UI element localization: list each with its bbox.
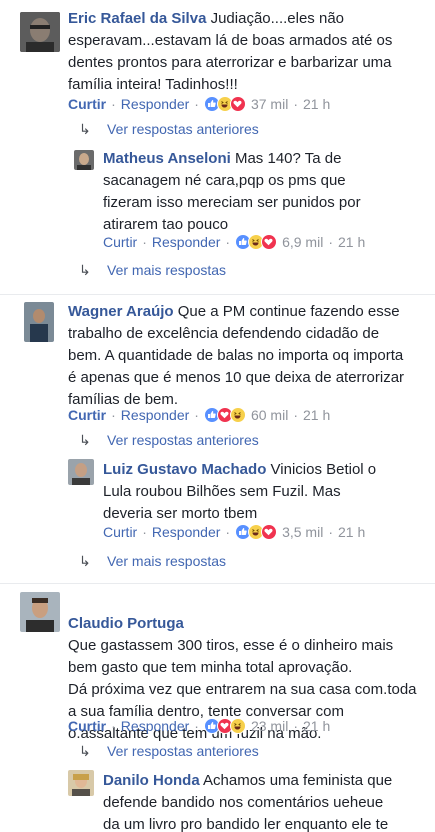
reply-button[interactable]: Responder [152,522,221,542]
comment-time[interactable]: 21 h [303,94,330,114]
reply-actions: Curtir · Responder · 3,5 mil · 21 h [103,522,366,542]
comment-actions: Curtir · Responder · 37 mil · 21 h [68,94,331,114]
love-reaction-icon [261,524,278,540]
avatar[interactable] [20,592,60,632]
reply-button[interactable]: Responder [152,232,221,252]
comment-author[interactable]: Claudio Portuga [68,615,184,632]
reaction-icons[interactable] [203,96,246,112]
like-button[interactable]: Curtir [68,716,106,736]
reply-time[interactable]: 21 h [338,232,365,252]
comment-text: Eric Rafael da Silva Judiação....eles nã… [68,8,393,96]
avatar-photo [24,302,54,342]
reply-arrow-icon: ↳ [79,121,91,137]
reaction-count[interactable]: 23 mil [251,716,288,736]
reaction-count[interactable]: 6,9 mil [282,232,323,252]
comment-time[interactable]: 21 h [303,716,330,736]
reply-button[interactable]: Responder [121,94,190,114]
reaction-icons[interactable] [235,524,278,540]
reply-text: Luiz Gustavo Machado Vinicios Betiol o L… [103,459,393,525]
avatar[interactable] [20,12,60,52]
reply-author[interactable]: Matheus Anseloni [103,150,231,167]
reply-author[interactable]: Danilo Honda [103,772,200,789]
view-more-replies[interactable]: ↳ Ver mais respostas [79,551,226,571]
reply-text: Danilo Honda Achamos uma feminista que d… [103,770,398,832]
divider [0,583,435,584]
comment-actions: Curtir · Responder · 23 mil · 21 h [68,716,331,736]
like-button[interactable]: Curtir [103,522,137,542]
haha-reaction-icon [229,407,246,423]
like-button[interactable]: Curtir [103,232,137,252]
like-button[interactable]: Curtir [68,94,106,114]
love-reaction-icon [261,234,278,250]
avatar-photo [20,592,60,632]
avatar[interactable] [74,150,94,170]
view-previous-replies[interactable]: ↳ Ver respostas anteriores [79,741,259,761]
avatar-photo [74,150,94,170]
divider [0,294,435,295]
reply-actions: Curtir · Responder · 6,9 mil · 21 h [103,232,366,252]
reaction-icons[interactable] [235,234,278,250]
avatar[interactable] [68,770,94,796]
reply-text: Matheus Anseloni Mas 140? Ta de sacanage… [103,148,393,236]
avatar-photo [68,459,94,485]
love-reaction-icon [229,96,246,112]
view-previous-replies[interactable]: ↳ Ver respostas anteriores [79,430,259,450]
comments-feed: Eric Rafael da Silva Judiação....eles nã… [0,0,435,832]
avatar-photo [68,770,94,796]
avatar[interactable] [24,302,54,342]
reaction-count[interactable]: 60 mil [251,405,288,425]
avatar[interactable] [68,459,94,485]
reaction-icons[interactable] [203,407,246,423]
like-button[interactable]: Curtir [68,405,106,425]
reply-arrow-icon: ↳ [79,743,91,759]
reply-button[interactable]: Responder [121,405,190,425]
view-more-replies[interactable]: ↳ Ver mais respostas [79,260,226,280]
comment-text: Wagner Araújo Que a PM continue fazendo … [68,301,408,411]
comment-actions: Curtir · Responder · 60 mil · 21 h [68,405,331,425]
reply-arrow-icon: ↳ [79,432,91,448]
reply-arrow-icon: ↳ [79,262,91,278]
reply-author[interactable]: Luiz Gustavo Machado [103,461,266,478]
reaction-count[interactable]: 37 mil [251,94,288,114]
comment-time[interactable]: 21 h [303,405,330,425]
reply-arrow-icon: ↳ [79,553,91,569]
reaction-icons[interactable] [203,718,246,734]
reply-button[interactable]: Responder [121,716,190,736]
reply-time[interactable]: 21 h [338,522,365,542]
view-previous-replies[interactable]: ↳ Ver respostas anteriores [79,119,259,139]
reaction-count[interactable]: 3,5 mil [282,522,323,542]
comment-author[interactable]: Eric Rafael da Silva [68,10,206,27]
avatar-photo [20,12,60,52]
comment-author[interactable]: Wagner Araújo [68,303,174,320]
haha-reaction-icon [229,718,246,734]
